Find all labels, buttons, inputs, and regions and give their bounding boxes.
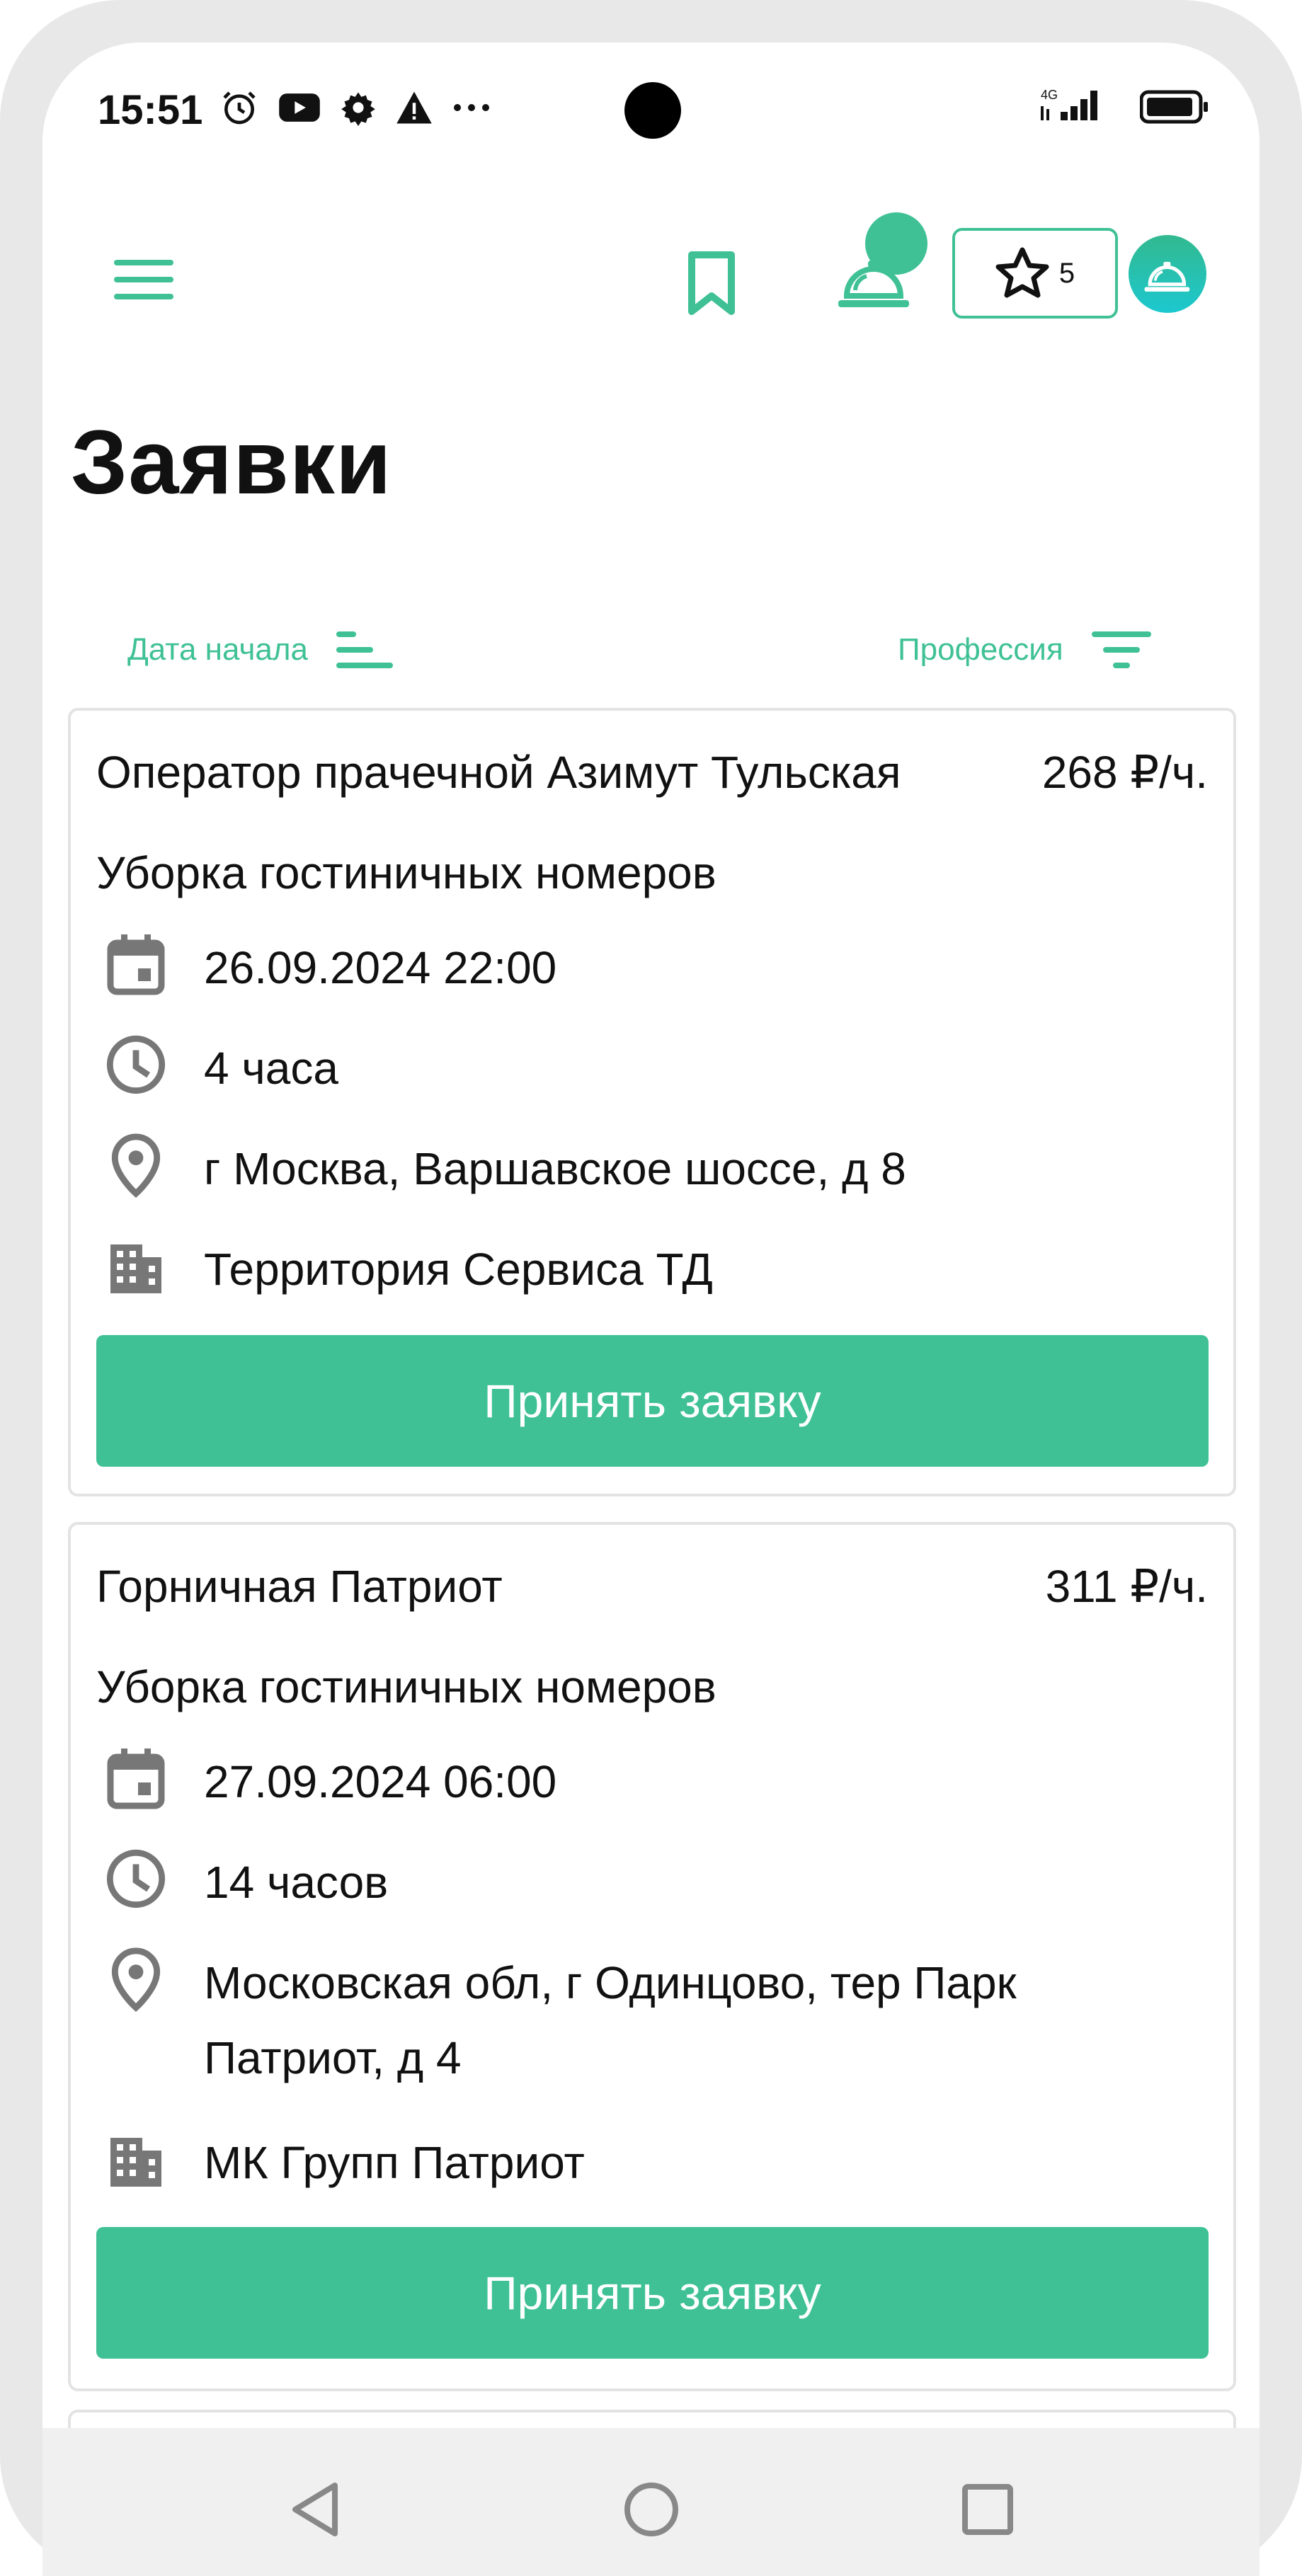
app-header: 5 (42, 184, 1260, 347)
back-triangle-icon (292, 2483, 338, 2536)
card-title: Оператор прачечной Азимут Тульская (96, 747, 901, 798)
card-company: МК Групп Патриот (204, 2137, 585, 2188)
sort-filter-row: Дата начала Профессия (42, 609, 1260, 694)
card-date: 27.09.2024 06:00 (204, 1756, 557, 1807)
alarm-icon (223, 91, 256, 125)
status-icons (219, 88, 491, 127)
back-button[interactable] (276, 2471, 354, 2548)
location-pin-icon (111, 1947, 161, 2012)
location-pin-icon (111, 1133, 161, 1198)
card-price: 268 ₽/ч. (1041, 747, 1208, 798)
settings-icon (341, 92, 375, 126)
accept-request-button[interactable]: Принять заявку (96, 1335, 1209, 1467)
youtube-icon (279, 93, 320, 122)
star-icon (995, 247, 1049, 298)
filter-profession-button[interactable]: Профессия (898, 629, 1151, 671)
sort-date-label: Дата начала (127, 632, 308, 667)
menu-icon (114, 260, 173, 299)
status-bar: 15:51 4G (42, 42, 1260, 184)
card-address: Московская обл, г Одинцово, тер Парк Пат… (204, 1957, 1017, 2083)
card-duration: 14 часов (204, 1857, 389, 1908)
notification-dot (865, 212, 927, 275)
card-address: г Москва, Варшавское шоссе, д 8 (204, 1143, 906, 1194)
building-icon (110, 2138, 161, 2187)
sort-icon (336, 631, 393, 668)
front-camera (624, 82, 681, 139)
app-screen: 15:51 4G 5 Заявки Дата начала Профессия … (42, 42, 1260, 2576)
bookmarks-button[interactable] (673, 241, 750, 326)
bookmark-icon (688, 251, 735, 315)
favorites-count: 5 (1058, 257, 1075, 289)
avatar[interactable] (1129, 235, 1206, 313)
service-bell-avatar-icon (1144, 261, 1190, 292)
card-duration-row: 14 часов (103, 1845, 1153, 1920)
signal-icon: 4G (1041, 86, 1112, 130)
home-button[interactable] (612, 2471, 690, 2548)
warning-icon (396, 91, 432, 124)
menu-button[interactable] (105, 241, 183, 319)
recents-button[interactable] (949, 2471, 1027, 2548)
system-nav-bar (42, 2428, 1260, 2576)
card-title: Горничная Патриот (96, 1561, 503, 1612)
card-date-row: 26.09.2024 22:00 (103, 930, 1153, 1005)
network-type: 4G (1041, 88, 1058, 102)
favorites-button[interactable]: 5 (952, 228, 1118, 319)
more-dots-icon (454, 104, 489, 111)
card-address-row: Московская обл, г Одинцово, тер Парк Пат… (103, 1945, 1153, 2095)
accept-request-button[interactable]: Принять заявку (96, 2227, 1209, 2359)
card-date: 26.09.2024 22:00 (204, 942, 557, 993)
profession-filter-label: Профессия (898, 632, 1063, 667)
card-company: Территория Сервиса ТД (204, 1244, 713, 1295)
page-title: Заявки (71, 412, 392, 513)
clock-icon (106, 1035, 166, 1094)
battery-icon (1139, 89, 1211, 128)
request-card: Горничная Патриот 311 ₽/ч. Уборка гостин… (68, 1522, 1236, 2391)
calendar-icon (107, 934, 165, 995)
card-company-row: Территория Сервиса ТД (103, 1232, 1153, 1307)
card-company-row: МК Групп Патриот (103, 2125, 1153, 2200)
card-price: 311 ₽/ч. (1045, 1561, 1208, 1612)
card-duration-row: 4 часа (103, 1031, 1153, 1106)
clock-icon (106, 1849, 166, 1908)
card-address-row: г Москва, Варшавское шоссе, д 8 (103, 1131, 1153, 1206)
card-date-row: 27.09.2024 06:00 (103, 1744, 1153, 1819)
card-subtitle: Уборка гостиничных номеров (96, 1661, 716, 1712)
card-subtitle: Уборка гостиничных номеров (96, 847, 716, 898)
sort-by-date-button[interactable]: Дата начала (127, 629, 396, 671)
status-time: 15:51 (98, 87, 203, 133)
filter-icon (1091, 631, 1151, 668)
calendar-icon (107, 1748, 165, 1809)
request-card: Оператор прачечной Азимут Тульская 268 ₽… (68, 708, 1236, 1496)
recents-square-icon (962, 2484, 1013, 2535)
building-icon (110, 1244, 161, 1293)
home-circle-icon (624, 2483, 678, 2536)
card-duration: 4 часа (204, 1043, 338, 1094)
